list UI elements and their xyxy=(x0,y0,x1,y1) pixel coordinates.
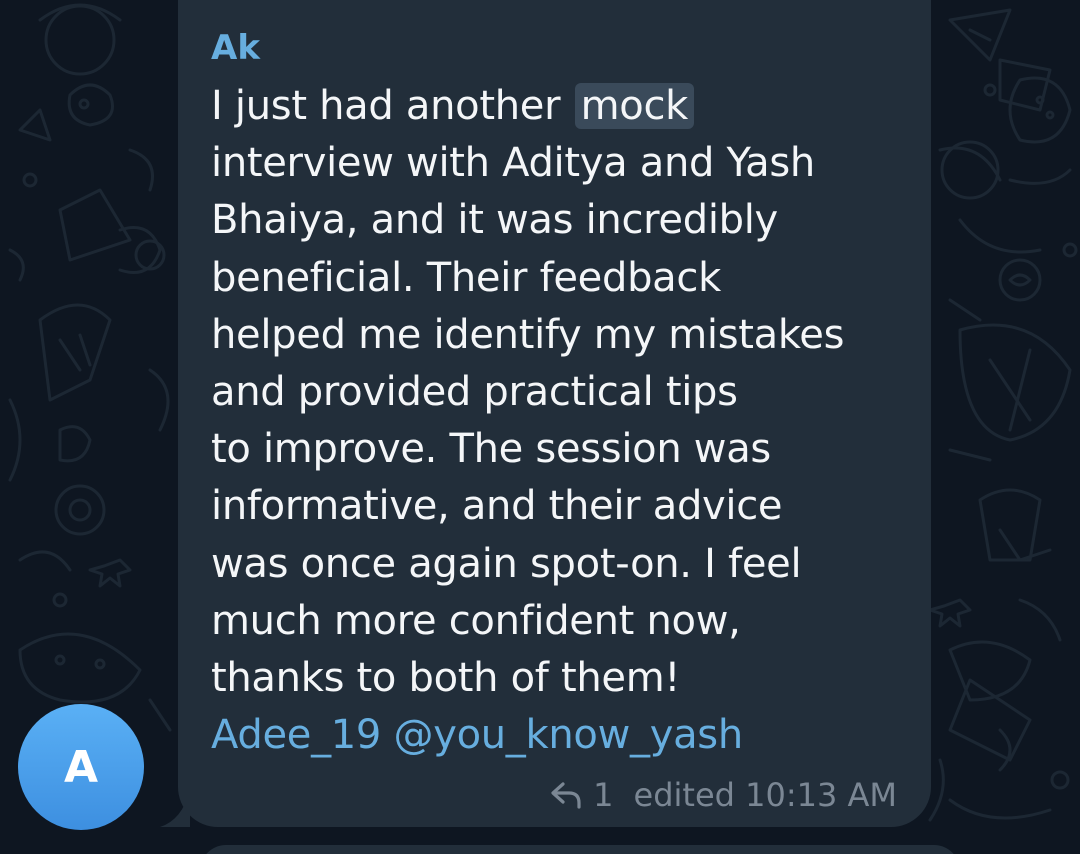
message-line: beneficial. Their feedback xyxy=(211,254,721,301)
mention-link[interactable]: @you_know_yash xyxy=(394,712,744,758)
next-message-bubble[interactable] xyxy=(200,845,960,854)
highlighted-word: mock xyxy=(574,83,695,129)
message-time: 10:13 AM xyxy=(745,776,897,814)
message-line: helped me identify my mistakes xyxy=(211,311,845,358)
mentions-line: Adee_19 @you_know_yash xyxy=(211,707,911,764)
chat-background: Ak I just had another mock interview wit… xyxy=(0,0,1080,854)
message-line: to improve. The session was xyxy=(211,426,771,473)
message-text: I just had another mock interview with A… xyxy=(211,78,911,764)
message-bubble[interactable]: Ak I just had another mock interview wit… xyxy=(178,0,931,827)
bubble-tail xyxy=(160,790,190,827)
sender-name[interactable]: Ak xyxy=(211,26,260,70)
message-line: informative, and their advice xyxy=(211,483,783,530)
reply-arrow-icon[interactable] xyxy=(549,780,583,810)
message-line: and provided practical tips xyxy=(211,369,738,416)
message-meta: 1 edited 10:13 AM xyxy=(549,773,897,817)
message-line: was once again spot-on. I feel xyxy=(211,540,802,587)
message-line: I just had another mock xyxy=(211,78,911,135)
mention-link[interactable]: Adee_19 xyxy=(211,712,381,758)
message-line: interview with Aditya and Yash xyxy=(211,140,815,187)
message-line: Bhaiya, and it was incredibly xyxy=(211,197,778,244)
avatar[interactable]: A xyxy=(18,704,144,830)
message-line: much more confident now, xyxy=(211,597,741,644)
message-line: thanks to both of them! xyxy=(211,655,681,702)
reply-count[interactable]: 1 xyxy=(593,776,613,814)
edited-label: edited xyxy=(633,776,735,814)
message-line-text: I just had another xyxy=(211,83,573,129)
